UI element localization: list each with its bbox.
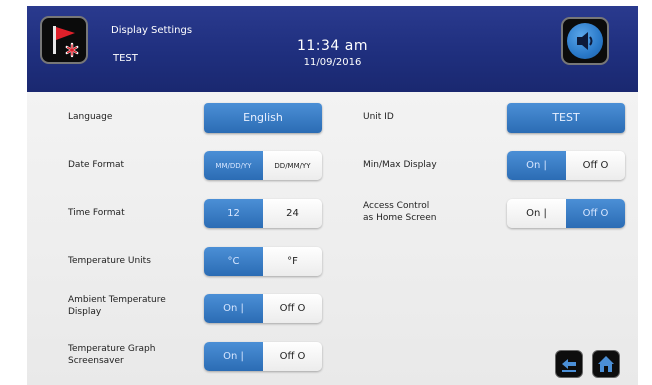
- unit-id-button[interactable]: TEST: [507, 103, 625, 133]
- graph-screensaver-label-line1: Temperature Graph: [68, 344, 156, 354]
- min-max-toggle: On | Off O: [507, 151, 625, 180]
- min-max-label: Min/Max Display: [363, 160, 437, 170]
- min-max-on[interactable]: On |: [507, 151, 566, 180]
- language-button[interactable]: English: [204, 103, 322, 133]
- back-button[interactable]: [555, 350, 583, 378]
- graph-screensaver-off[interactable]: Off O: [263, 342, 322, 371]
- speaker-icon: [577, 32, 593, 50]
- temperature-units-celsius[interactable]: °C: [204, 247, 263, 276]
- temperature-units-fahrenheit[interactable]: °F: [263, 247, 322, 276]
- display-settings-screen: Display Settings TEST 11:34 am 11/09/201…: [0, 0, 652, 385]
- access-control-off[interactable]: Off O: [566, 199, 625, 228]
- access-control-label-line1: Access Control: [363, 201, 430, 211]
- graph-screensaver-label: Temperature Graph Screensaver: [68, 343, 155, 367]
- access-control-label-line2: as Home Screen: [363, 213, 437, 223]
- temperature-units-label: Temperature Units: [68, 256, 151, 266]
- graph-screensaver-on[interactable]: On |: [204, 342, 263, 371]
- ambient-temperature-on[interactable]: On |: [204, 294, 263, 323]
- clock-date: 11/09/2016: [303, 57, 362, 68]
- access-control-toggle: On | Off O: [507, 199, 625, 228]
- language-label: Language: [68, 112, 113, 122]
- time-format-label: Time Format: [68, 208, 125, 218]
- unit-id-label: Unit ID: [363, 112, 394, 122]
- time-format-12[interactable]: 12: [204, 199, 263, 228]
- date-format-ddmmyy[interactable]: DD/MM/YY: [263, 151, 322, 180]
- access-control-on[interactable]: On |: [507, 199, 566, 228]
- ambient-temperature-label-line2: Display: [68, 307, 102, 317]
- date-format-mmddyy[interactable]: MM/DD/YY: [204, 151, 263, 180]
- access-control-label: Access Control as Home Screen: [363, 200, 436, 224]
- back-arrow-icon: [562, 359, 576, 372]
- date-format-toggle: MM/DD/YY DD/MM/YY: [204, 151, 322, 180]
- sound-button[interactable]: [561, 17, 609, 65]
- min-max-off[interactable]: Off O: [566, 151, 625, 180]
- header-bar: Display Settings TEST 11:34 am 11/09/201…: [27, 6, 638, 92]
- time-format-toggle: 12 24: [204, 199, 322, 228]
- home-icon: [598, 356, 614, 372]
- date-format-label: Date Format: [68, 160, 125, 170]
- ambient-temperature-label: Ambient Temperature Display: [68, 294, 166, 318]
- ambient-temperature-off[interactable]: Off O: [263, 294, 322, 323]
- ambient-temperature-toggle: On | Off O: [204, 294, 322, 323]
- graph-screensaver-label-line2: Screensaver: [68, 356, 124, 366]
- screen-title: Display Settings: [111, 25, 193, 36]
- graph-screensaver-toggle: On | Off O: [204, 342, 322, 371]
- home-button[interactable]: [592, 350, 620, 378]
- time-format-24[interactable]: 24: [263, 199, 322, 228]
- settings-panel: Language English Unit ID TEST Date Forma…: [27, 92, 638, 385]
- ambient-temperature-label-line1: Ambient Temperature: [68, 295, 166, 305]
- clock-time: 11:34 am: [296, 38, 368, 54]
- temperature-units-toggle: °C °F: [204, 247, 322, 276]
